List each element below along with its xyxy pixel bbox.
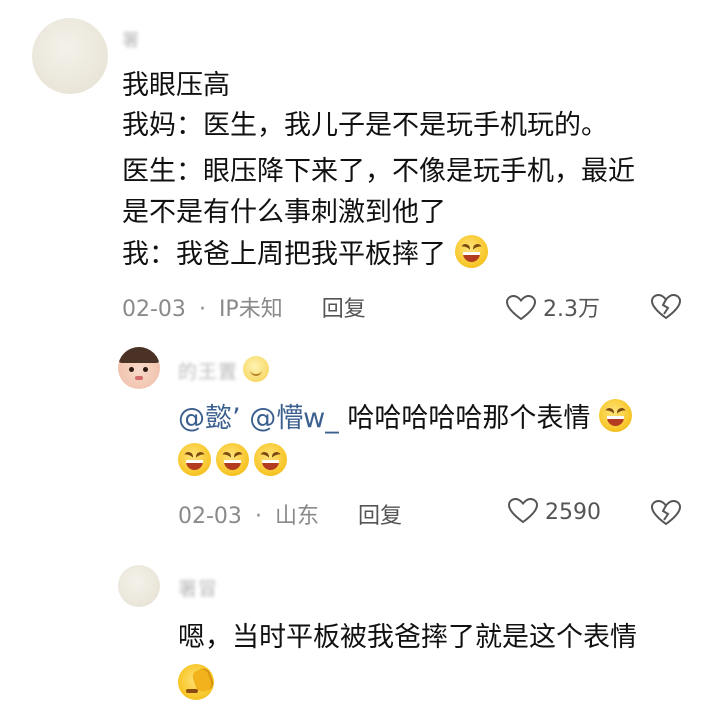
username[interactable]: 署冒 (178, 574, 218, 601)
comment-meta: 02-03 · 山东 回复 (178, 498, 402, 530)
username-row: 的王置 (178, 356, 270, 384)
reply-body: 嗯，当时平板被我爸摔了就是这个表情 (178, 622, 637, 653)
comment-line: 我眼压高 (122, 70, 230, 101)
comment-location: 山东 (274, 504, 319, 529)
like-count: 2590 (545, 500, 601, 525)
separator: · (198, 297, 206, 322)
comment-date: 02-03 (178, 504, 242, 529)
comment-line: 医生：眼压降下来了，不像是玩手机，最近 (122, 156, 635, 187)
like-count: 2.3万 (543, 297, 600, 322)
dislike-icon[interactable] (651, 294, 681, 320)
avatar[interactable] (32, 18, 108, 94)
reply-button[interactable]: 回复 (322, 297, 366, 322)
reply-body: 哈哈哈哈哈那个表情 (347, 403, 591, 434)
username[interactable]: 的王置 (178, 361, 238, 383)
reply-button[interactable]: 回复 (358, 504, 402, 529)
dislike-icon[interactable] (651, 500, 681, 526)
grinning-squint-emoji-icon (216, 443, 250, 476)
mention-link[interactable]: @懿’ (178, 403, 241, 434)
like-button[interactable]: 2590 (507, 497, 601, 525)
smile-emoji-icon (243, 356, 270, 382)
avatar[interactable] (118, 565, 160, 607)
comment-location: IP未知 (218, 297, 283, 322)
facepalm-emoji-icon (178, 664, 216, 700)
comment-line: 我：我爸上周把我平板摔了 (122, 239, 446, 270)
comment-date: 02-03 (122, 297, 186, 322)
comment-meta: 02-03 · IP未知 回复 (122, 291, 366, 323)
reply-text: @懿’ @懵w_ 哈哈哈哈哈那个表情 (178, 399, 632, 438)
grinning-squint-emoji-icon (598, 399, 632, 432)
grinning-squint-emoji-icon (254, 443, 288, 476)
grinning-squint-emoji-icon (454, 235, 488, 268)
username[interactable]: 署 (122, 26, 140, 51)
heart-icon (505, 294, 537, 321)
comment-line: 我妈：医生，我儿子是不是玩手机玩的。 (122, 110, 608, 141)
heart-icon (507, 497, 539, 524)
mention-link[interactable]: @懵w_ (249, 403, 339, 434)
emoji-row (178, 664, 216, 704)
emoji-row (178, 443, 288, 476)
like-button[interactable]: 2.3万 (505, 291, 600, 323)
avatar[interactable] (118, 347, 160, 389)
grinning-squint-emoji-icon (178, 443, 211, 476)
comment-line: 是不是有什么事刺激到他了 (122, 197, 446, 228)
separator: · (254, 504, 262, 529)
comment-last-line: 我：我爸上周把我平板摔了 (122, 235, 488, 274)
